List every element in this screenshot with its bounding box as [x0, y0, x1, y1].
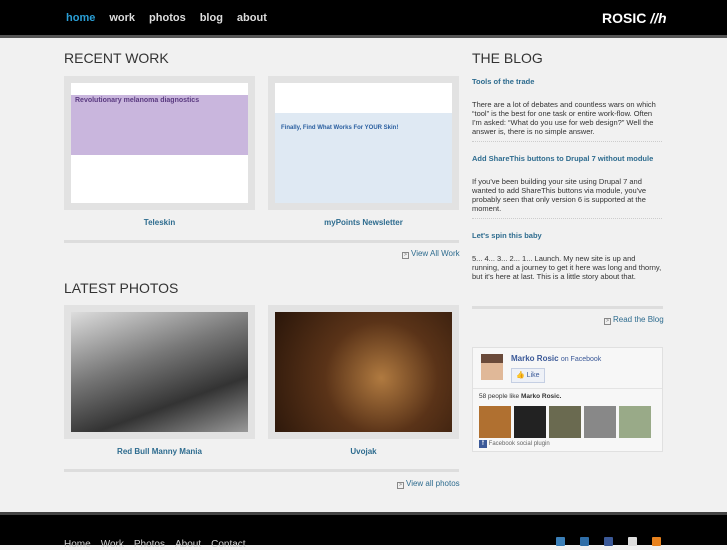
photo-caption[interactable]: Uvojak: [268, 447, 459, 456]
read-blog-link[interactable]: > Read the Blog: [604, 315, 664, 325]
divider: [472, 218, 662, 219]
arrow-icon: >: [397, 482, 404, 489]
work-caption[interactable]: myPoints Newsletter: [268, 218, 459, 227]
post-title[interactable]: Let's spin this baby: [472, 231, 662, 240]
photo-thumb[interactable]: [268, 305, 459, 439]
latest-photos-title: LATEST PHOTOS: [64, 280, 179, 296]
photo: [71, 312, 248, 432]
post-excerpt: 5... 4... 3... 2... 1... Launch. My new …: [472, 254, 662, 281]
count-text: 58 people like: [479, 393, 520, 400]
view-all-photos-link[interactable]: > View all photos: [397, 479, 460, 489]
fb-page-name: Marko Rosic on Facebook: [511, 354, 601, 363]
link-label: Read the Blog: [613, 315, 664, 324]
blog-post: Add ShareThis buttons to Drupal 7 withou…: [472, 154, 662, 213]
header: home work photos blog about ROSIC //h: [0, 0, 727, 38]
plugin-text[interactable]: Facebook social plugin: [489, 441, 550, 447]
fan-faces: [479, 406, 651, 438]
fan-avatar[interactable]: [514, 406, 546, 438]
work-thumb-teleskin[interactable]: Revolutionary melanoma diagnostics: [64, 76, 255, 210]
facebook-icon: f: [479, 440, 487, 448]
photo-thumb[interactable]: [64, 305, 255, 439]
arrow-icon: >: [604, 318, 611, 325]
thumbnail: Revolutionary melanoma diagnostics: [71, 83, 248, 203]
post-title[interactable]: Add ShareThis buttons to Drupal 7 withou…: [472, 154, 662, 163]
fan-avatar[interactable]: [549, 406, 581, 438]
arrow-icon: >: [402, 252, 409, 259]
avatar: [481, 354, 503, 380]
fan-avatar[interactable]: [619, 406, 651, 438]
link-label: View All Work: [411, 249, 460, 258]
nav-work[interactable]: work: [109, 12, 135, 24]
fb-plugin-footer: f Facebook social plugin: [479, 440, 550, 448]
like-button[interactable]: 👍 Like: [511, 368, 545, 383]
divider: [472, 141, 662, 142]
like-count: 58 people like Marko Rosic.: [479, 393, 561, 400]
photo-caption[interactable]: Red Bull Manny Mania: [64, 447, 255, 456]
facebook-like-box: Marko Rosic on Facebook 👍 Like 58 people…: [472, 347, 663, 452]
divider: [64, 240, 459, 243]
view-all-work-link[interactable]: > View All Work: [402, 249, 460, 259]
blog-title: THE BLOG: [472, 50, 543, 66]
fan-avatar[interactable]: [584, 406, 616, 438]
on-facebook: on Facebook: [560, 356, 602, 363]
link-label: View all photos: [406, 479, 460, 488]
post-title[interactable]: Tools of the trade: [472, 77, 662, 86]
logo-text: ROSIC: [602, 10, 647, 26]
nav-about[interactable]: about: [237, 12, 267, 24]
nav-photos[interactable]: photos: [149, 12, 186, 24]
thumbnail: Finally, Find What Works For YOUR Skin!: [275, 83, 452, 203]
blog-post: Tools of the trade There are a lot of deb…: [472, 77, 662, 136]
post-excerpt: If you've been building your site using …: [472, 177, 647, 213]
nav-blog[interactable]: blog: [200, 12, 223, 24]
recent-work-title: RECENT WORK: [64, 50, 169, 66]
divider: [64, 469, 459, 472]
divider: [472, 306, 663, 309]
post-excerpt: There are a lot of debates and countless…: [472, 100, 656, 136]
page-name[interactable]: Marko Rosic: [511, 354, 559, 363]
like-label: Like: [526, 372, 540, 379]
fan-avatar[interactable]: [479, 406, 511, 438]
nav-home[interactable]: home: [66, 12, 95, 24]
main-nav: home work photos blog about: [66, 12, 267, 24]
work-thumb-mypoints[interactable]: Finally, Find What Works For YOUR Skin!: [268, 76, 459, 210]
logo[interactable]: ROSIC //h: [602, 10, 667, 26]
footer: Home Work Photos About Contact: [0, 512, 727, 550]
work-caption[interactable]: Teleskin: [64, 218, 255, 227]
blog-post: Let's spin this baby 5... 4... 3... 2... …: [472, 231, 662, 281]
photo: [275, 312, 452, 432]
count-name: Marko Rosic.: [520, 393, 562, 400]
